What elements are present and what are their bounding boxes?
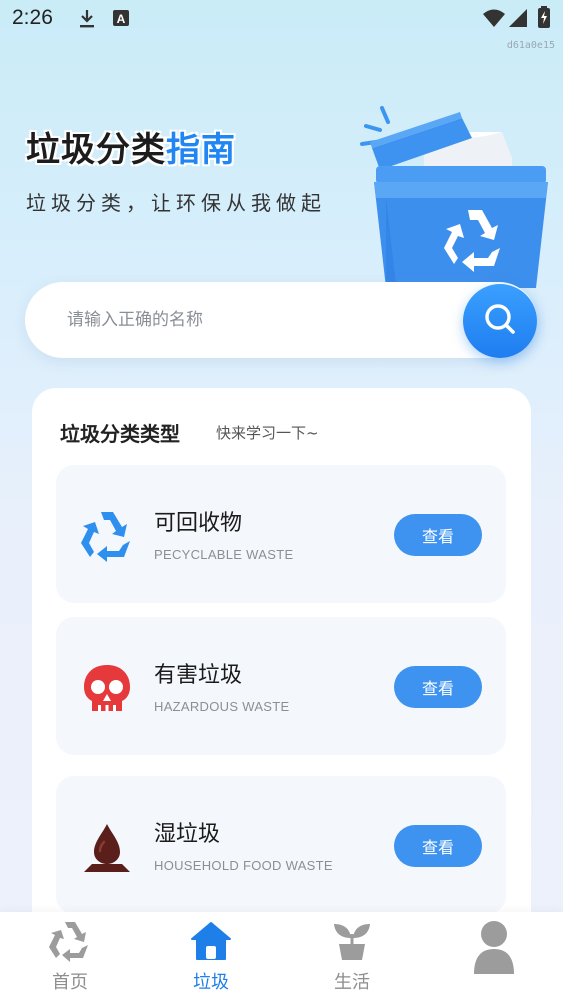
waste-type-hazardous[interactable]: 有害垃圾 HAZARDOUS WASTE 查看 [56, 617, 506, 755]
water-drop-icon [80, 820, 134, 874]
page-title-highlight: 指南 [166, 130, 236, 170]
battery-charging-icon [538, 6, 550, 32]
bottom-nav: 首页 垃圾 生活 [0, 912, 563, 1002]
notification-a-icon: A [112, 9, 130, 31]
section-title: 垃圾分类类型 [60, 422, 180, 446]
page-title: 垃圾分类指南 [26, 122, 236, 171]
page-title-main: 垃圾分类 [26, 130, 166, 170]
build-id-label: d61a0e15 [506, 40, 555, 51]
recycle-icon [49, 920, 91, 962]
waste-type-wet[interactable]: 湿垃圾 HOUSEHOLD FOOD WASTE 查看 [56, 776, 506, 914]
nav-label: 首页 [52, 972, 88, 993]
section-subtitle: 快来学习一下~ [216, 424, 319, 442]
waste-type-name: 有害垃圾 [154, 663, 243, 688]
waste-type-en-name: HOUSEHOLD FOOD WASTE [154, 858, 333, 873]
user-icon [472, 918, 516, 974]
waste-type-en-name: PECYCLABLE WASTE [154, 547, 294, 562]
waste-type-name: 可回收物 [154, 511, 243, 536]
nav-item-life[interactable]: 生活 [302, 912, 402, 1002]
signal-icon [508, 8, 528, 32]
download-icon [78, 9, 96, 33]
waste-type-name: 湿垃圾 [154, 822, 221, 847]
plant-pot-icon [331, 920, 373, 962]
view-button[interactable]: 查看 [394, 825, 482, 867]
nav-label: 生活 [334, 972, 370, 993]
waste-type-recyclable[interactable]: 可回收物 PECYCLABLE WASTE 查看 [56, 465, 506, 603]
wifi-icon [482, 8, 506, 32]
view-button[interactable]: 查看 [394, 666, 482, 708]
waste-types-card: 垃圾分类类型 快来学习一下~ 可回收物 PECYCLABLE WASTE 查看 [32, 388, 531, 948]
page-subtitle: 垃圾分类，让环保从我做起 [26, 191, 326, 215]
search-bar [25, 282, 537, 358]
svg-text:A: A [117, 12, 126, 26]
nav-item-home[interactable]: 首页 [20, 912, 120, 1002]
search-button[interactable] [463, 284, 537, 358]
skull-icon [80, 661, 134, 715]
status-bar: 2:26 A [0, 0, 563, 40]
search-input[interactable] [67, 302, 427, 338]
status-time: 2:26 [12, 6, 53, 29]
recycle-bin-icon [352, 98, 552, 298]
nav-item-waste[interactable]: 垃圾 [161, 912, 261, 1002]
nav-label: 垃圾 [193, 972, 229, 993]
waste-type-en-name: HAZARDOUS WASTE [154, 699, 290, 714]
nav-item-profile[interactable] [443, 912, 543, 1002]
recycle-icon [80, 509, 134, 563]
home-icon [190, 920, 232, 962]
view-button[interactable]: 查看 [394, 514, 482, 556]
search-icon [483, 302, 517, 340]
